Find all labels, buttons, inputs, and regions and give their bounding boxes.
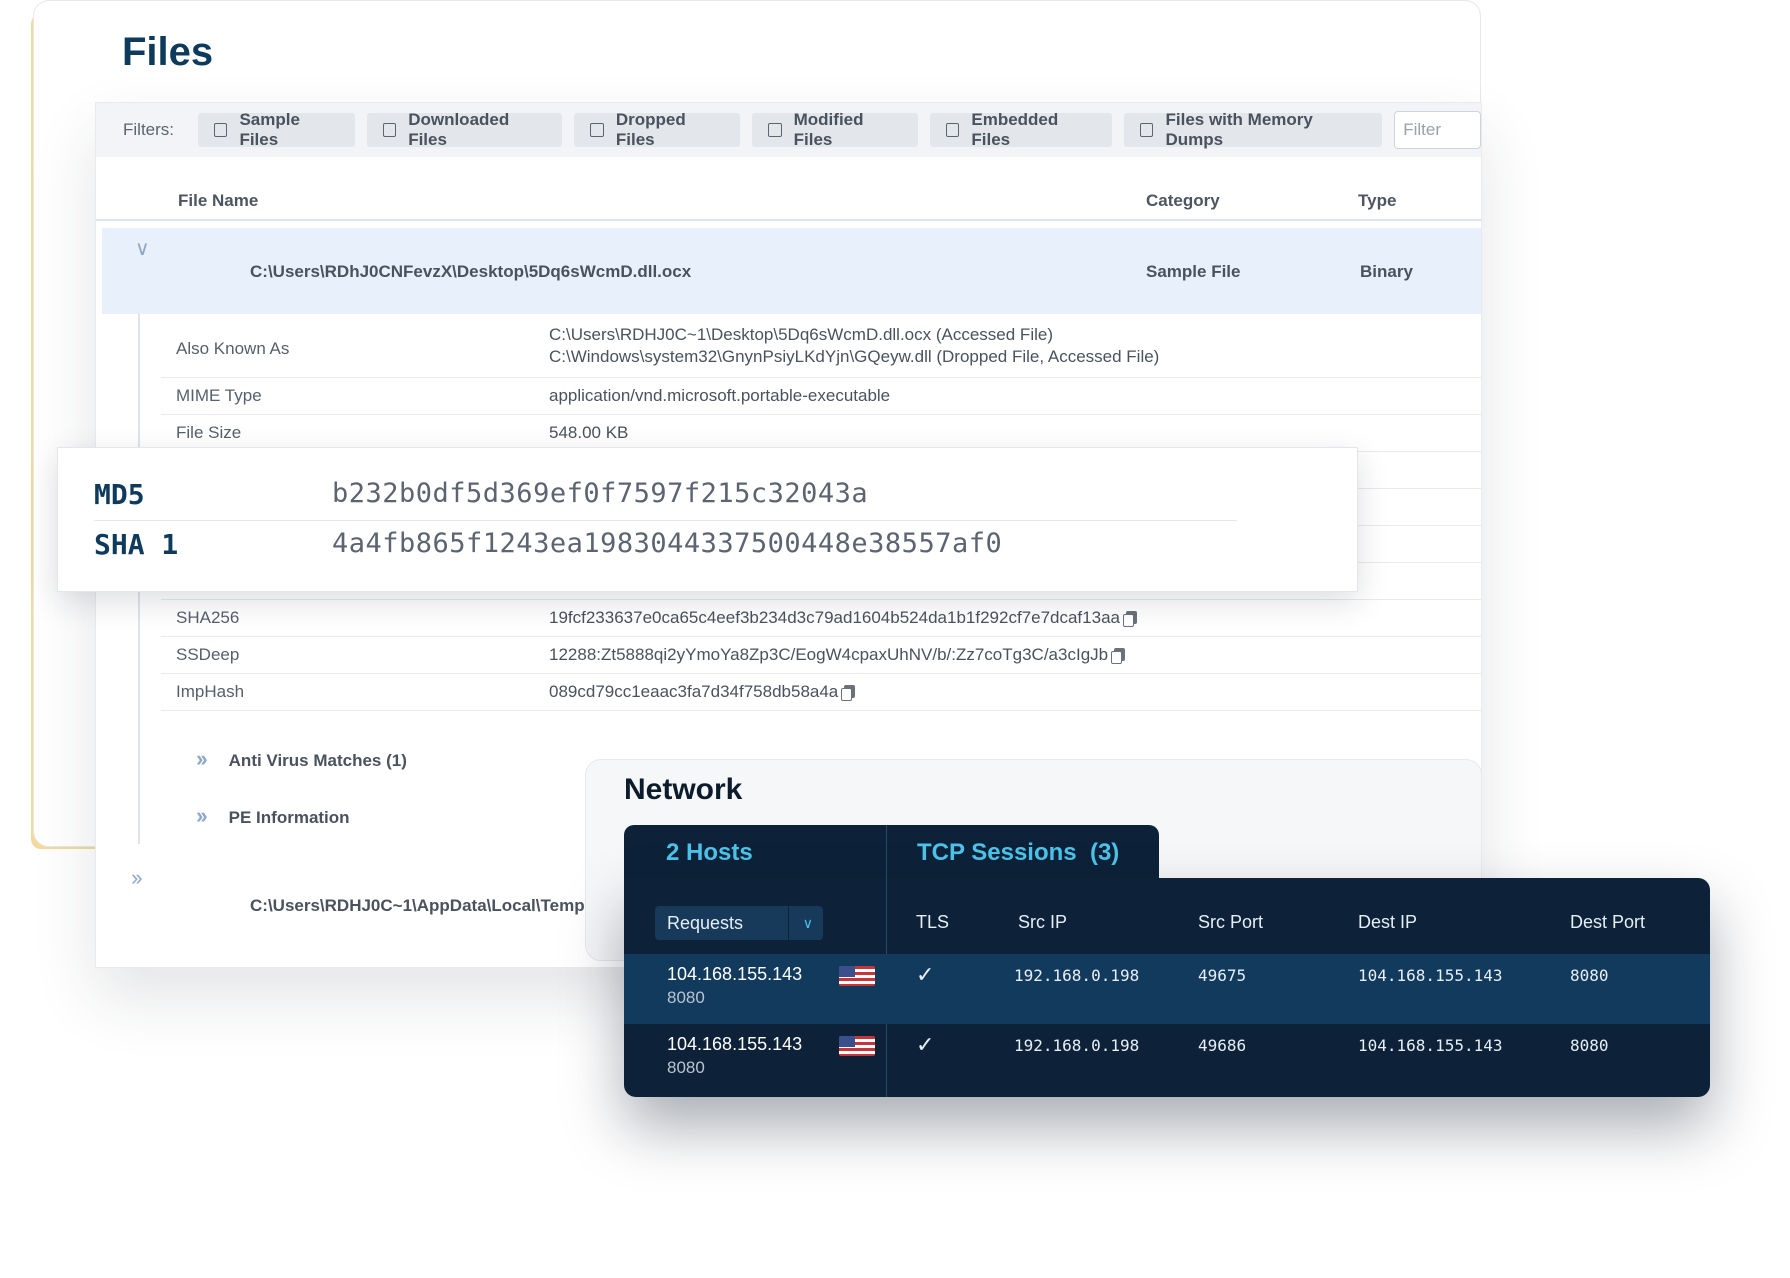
imphash-label: ImpHash bbox=[176, 682, 245, 701]
filters-label: Filters: bbox=[123, 120, 174, 139]
col-src-ip[interactable]: Src IP bbox=[1018, 912, 1067, 933]
chevron-down-icon: ∨ bbox=[802, 915, 813, 931]
expander-antivirus[interactable]: ›› Anti Virus Matches (1) bbox=[196, 746, 407, 772]
filter-memory-dumps[interactable]: Files with Memory Dumps bbox=[1124, 110, 1383, 149]
dest-ip-cell: 104.168.155.143 bbox=[1358, 966, 1503, 985]
ssdeep-value: 12288:Zt5888qi2yYmoYa8Zp3C/EogW4cpaxUhNV… bbox=[549, 645, 1109, 664]
sha1-label: SHA 1 bbox=[94, 528, 179, 561]
aka-value-1: C:\Users\RDHJ0C~1\Desktop\5Dq6sWcmD.dll.… bbox=[549, 325, 1053, 344]
header-divider bbox=[96, 219, 1481, 221]
hash-divider bbox=[94, 520, 1237, 521]
src-port-cell: 49686 bbox=[1198, 1036, 1247, 1055]
col-file-name[interactable]: File Name bbox=[178, 191, 258, 211]
detail-row-ssdeep: SSDeep 12288:Zt5888qi2yYmoYa8Zp3C/EogW4c… bbox=[161, 636, 1481, 674]
src-ip-cell: 192.168.0.198 bbox=[1014, 966, 1140, 985]
host-ip: 104.168.155.143 bbox=[667, 964, 803, 984]
tab-divider bbox=[886, 825, 887, 885]
checkbox-icon bbox=[768, 123, 782, 137]
files-title: Files bbox=[122, 30, 214, 74]
size-value: 548.00 KB bbox=[549, 423, 629, 442]
network-title: Network bbox=[624, 773, 743, 806]
filter-modified-files[interactable]: Modified Files bbox=[752, 110, 918, 149]
type-cell: Binary bbox=[1360, 262, 1413, 281]
filter-sample-files[interactable]: Sample Files bbox=[198, 110, 355, 149]
network-table: Requests ∨ TLS Src IP Src Port Dest IP D… bbox=[624, 878, 1710, 1097]
host-ip: 104.168.155.143 bbox=[667, 1034, 803, 1054]
table-row[interactable]: 104.168.155.143 8080 ✓ 192.168.0.198 496… bbox=[624, 954, 1710, 1024]
filter-dropped-files[interactable]: Dropped Files bbox=[574, 110, 741, 149]
sha1-value[interactable]: 4a4fb865f1243ea1983044337500448e38557af0 bbox=[332, 528, 1002, 559]
dest-port-cell: 8080 bbox=[1570, 966, 1609, 985]
hash-card: MD5 b232b0df5d369ef0f7597f215c32043a SHA… bbox=[57, 447, 1358, 592]
detail-row-imphash: ImpHash 089cd79cc1eaac3fa7d34f758db58a4a bbox=[161, 673, 1481, 711]
file-name-cell-2: C:\Users\RDHJ0C~1\AppData\Local\Temp\E6I bbox=[250, 896, 615, 915]
col-dest-port[interactable]: Dest Port bbox=[1570, 912, 1645, 933]
mime-label: MIME Type bbox=[176, 386, 262, 405]
imphash-value: 089cd79cc1eaac3fa7d34f758db58a4a bbox=[549, 682, 839, 701]
host-port: 8080 bbox=[667, 988, 705, 1007]
collapse-chevron-icon[interactable]: ∨ bbox=[135, 236, 150, 261]
file-name-cell: C:\Users\RDhJ0CNFevzX\Desktop\5Dq6sWcmD.… bbox=[250, 262, 692, 281]
col-src-port[interactable]: Src Port bbox=[1198, 912, 1263, 933]
us-flag-icon bbox=[839, 1036, 875, 1056]
category-cell: Sample File bbox=[1146, 262, 1241, 281]
sha256-label: SHA256 bbox=[176, 608, 240, 627]
col-tls[interactable]: TLS bbox=[916, 912, 949, 933]
check-icon: ✓ bbox=[916, 1032, 935, 1057]
host-port: 8080 bbox=[667, 1058, 705, 1077]
sha256-value: 19fcf233637e0ca65c4eef3b234d3c79ad1604b5… bbox=[549, 608, 1120, 627]
col-category[interactable]: Category bbox=[1146, 191, 1220, 211]
network-tabs: 2 Hosts TCP Sessions (3) bbox=[624, 825, 1159, 885]
md5-label: MD5 bbox=[94, 478, 145, 511]
expand-chevron-icon[interactable]: ›› bbox=[131, 865, 143, 891]
tab-hosts[interactable]: 2 Hosts bbox=[666, 839, 753, 867]
copy-icon[interactable] bbox=[1111, 648, 1126, 664]
table-row-selected[interactable]: ∨ C:\Users\RDhJ0CNFevzX\Desktop\5Dq6sWcm… bbox=[102, 228, 1481, 314]
detail-row-sha256: SHA256 19fcf233637e0ca65c4eef3b234d3c79a… bbox=[161, 599, 1481, 637]
dest-port-cell: 8080 bbox=[1570, 1036, 1609, 1055]
checkbox-icon bbox=[382, 123, 397, 137]
aka-label: Also Known As bbox=[176, 339, 290, 358]
copy-icon[interactable] bbox=[1122, 611, 1137, 627]
col-type[interactable]: Type bbox=[1358, 191, 1396, 211]
checkbox-icon bbox=[590, 123, 604, 137]
src-port-cell: 49675 bbox=[1198, 966, 1247, 985]
col-dest-ip[interactable]: Dest IP bbox=[1358, 912, 1417, 933]
table-row[interactable]: 104.168.155.143 8080 ✓ 192.168.0.198 496… bbox=[624, 1024, 1710, 1094]
filter-search-input[interactable]: Filter bbox=[1394, 111, 1481, 149]
double-chevron-right-icon: ›› bbox=[196, 803, 208, 828]
src-ip-cell: 192.168.0.198 bbox=[1014, 1036, 1140, 1055]
checkbox-icon bbox=[945, 123, 960, 137]
mime-value: application/vnd.microsoft.portable-execu… bbox=[549, 386, 891, 405]
dest-ip-cell: 104.168.155.143 bbox=[1358, 1036, 1503, 1055]
filter-bar: Filters: Sample Files Downloaded Files D… bbox=[96, 103, 1481, 157]
size-label: File Size bbox=[176, 423, 242, 442]
check-icon: ✓ bbox=[916, 962, 935, 987]
checkbox-icon bbox=[214, 123, 228, 137]
hash-row-md5: MD5 b232b0df5d369ef0f7597f215c32043a bbox=[94, 478, 1321, 526]
ssdeep-label: SSDeep bbox=[176, 645, 240, 664]
hash-row-sha1: SHA 1 4a4fb865f1243ea1983044337500448e38… bbox=[94, 528, 1321, 576]
copy-icon[interactable] bbox=[841, 685, 856, 701]
md5-value[interactable]: b232b0df5d369ef0f7597f215c32043a bbox=[332, 478, 868, 509]
detail-row-mime: MIME Type application/vnd.microsoft.port… bbox=[161, 377, 1481, 415]
requests-select[interactable]: Requests ∨ bbox=[655, 906, 823, 940]
expander-pe-information[interactable]: ›› PE Information bbox=[196, 803, 350, 829]
filter-embedded-files[interactable]: Embedded Files bbox=[929, 110, 1112, 149]
double-chevron-right-icon: ›› bbox=[196, 746, 208, 771]
tab-tcp-sessions[interactable]: TCP Sessions (3) bbox=[917, 839, 1119, 867]
aka-value-2: C:\Windows\system32\GnynPsiyLKdYjn\GQeyw… bbox=[549, 347, 1160, 366]
checkbox-icon bbox=[1140, 123, 1154, 137]
us-flag-icon bbox=[839, 966, 875, 986]
filter-downloaded-files[interactable]: Downloaded Files bbox=[366, 110, 563, 149]
detail-row-aka: Also Known As C:\Users\RDHJ0C~1\Desktop\… bbox=[161, 319, 1481, 378]
